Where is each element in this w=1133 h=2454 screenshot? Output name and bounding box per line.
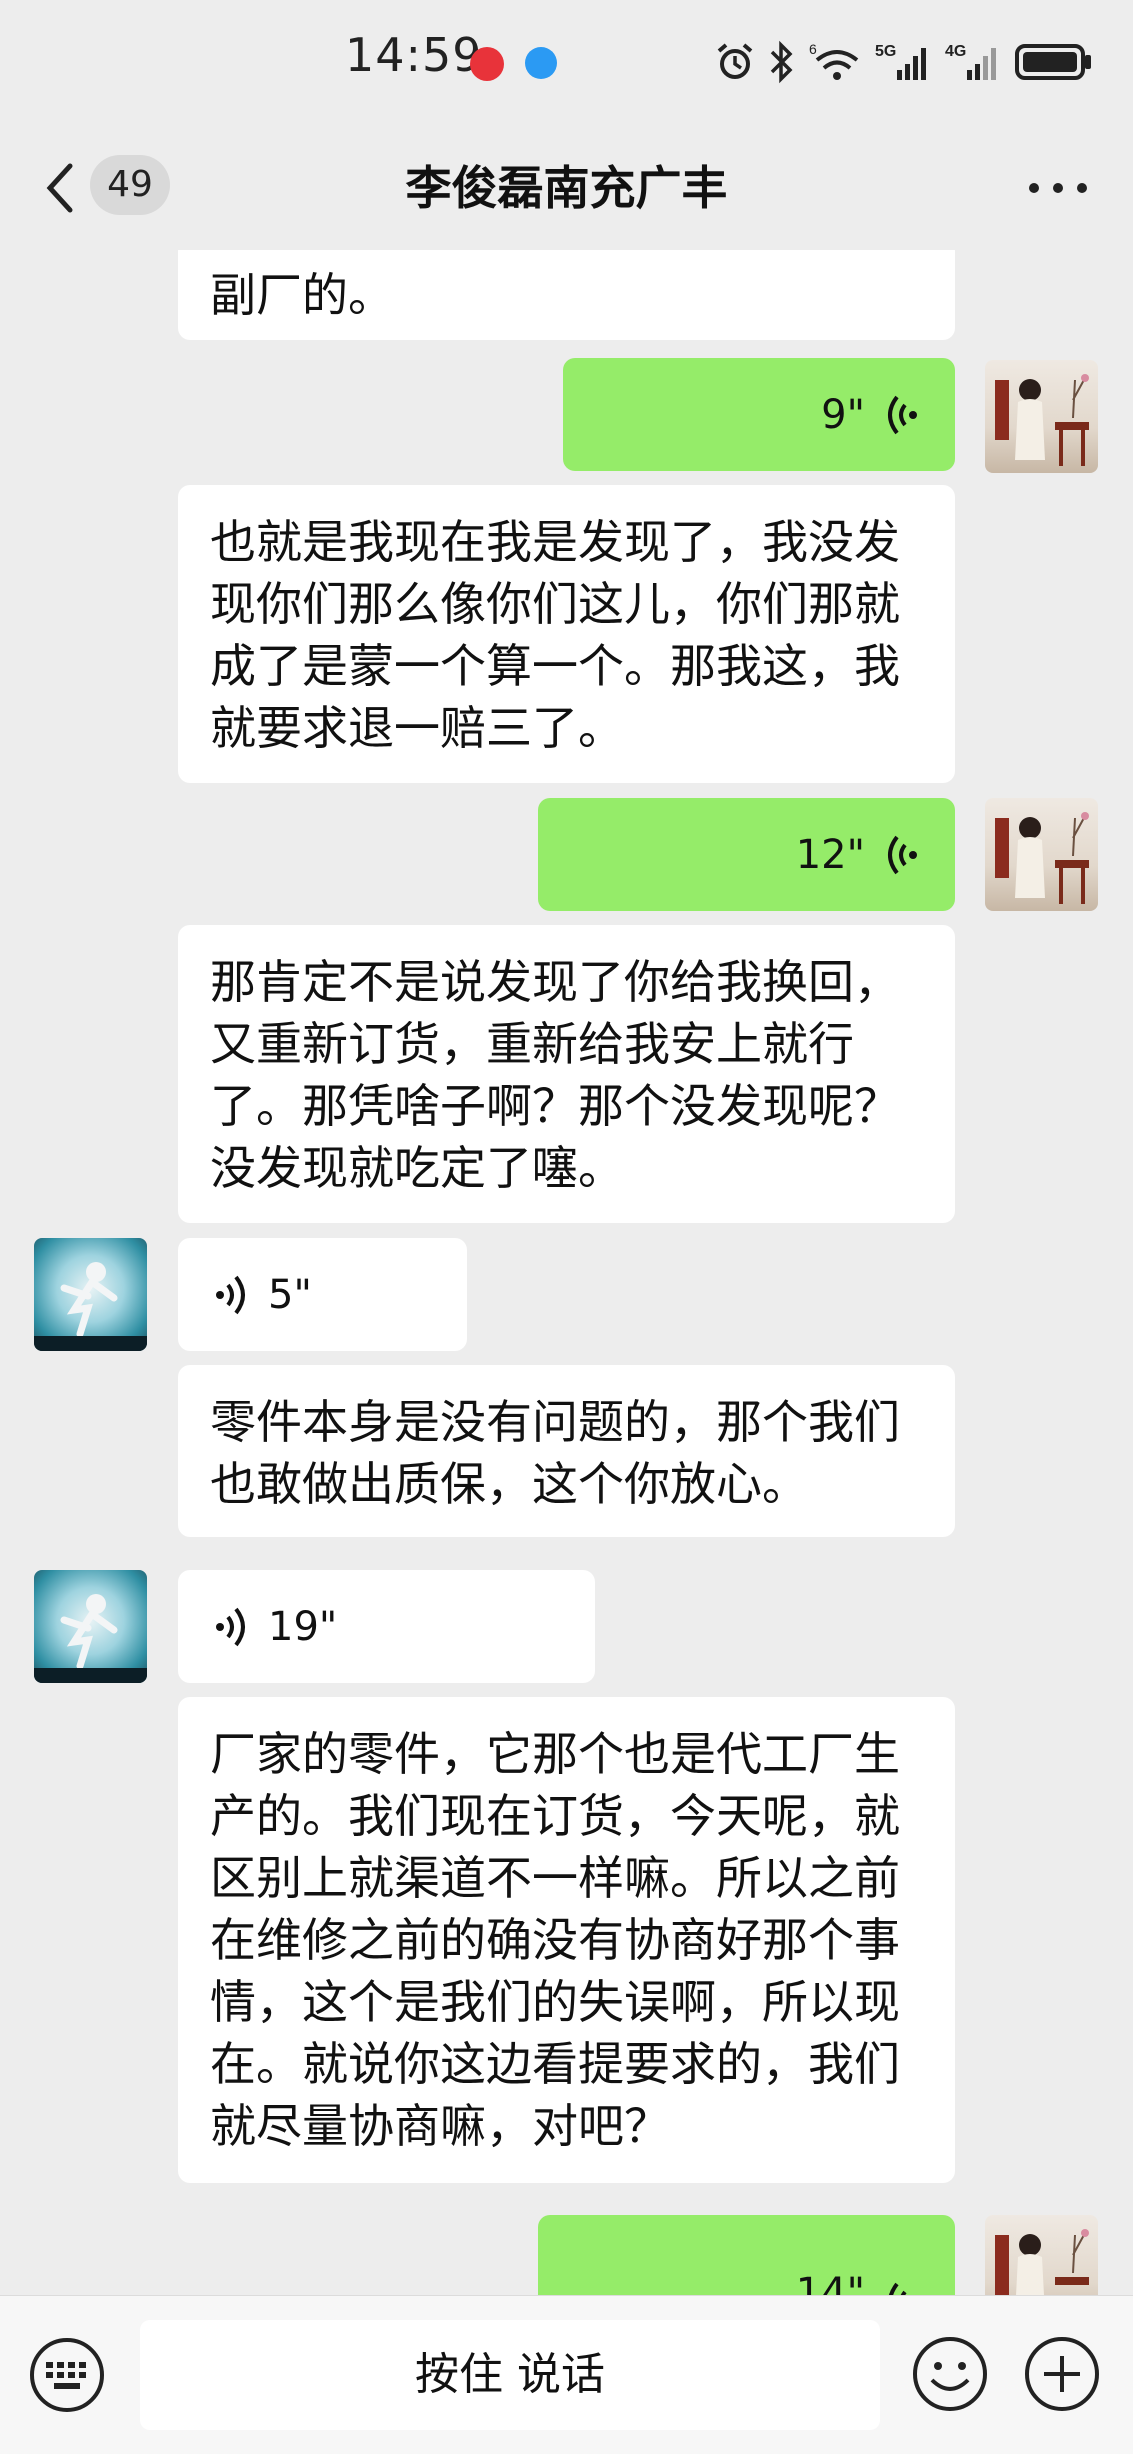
app-notification-icon bbox=[525, 47, 557, 79]
battery-icon bbox=[1015, 44, 1091, 80]
avatar-image-icon bbox=[34, 1594, 147, 1683]
voice-wave-icon bbox=[216, 1607, 245, 1646]
message-bubble-other[interactable]: 零件本身是没有问题的，那个我们也敢做出质保，这个你放心。 bbox=[178, 1365, 955, 1537]
message-text: 厂家的零件，它那个也是代工厂生产的。我们现在订货，今天呢，就区别上就渠道不一样嘛… bbox=[210, 1727, 900, 2153]
voice-content: 5" bbox=[210, 1238, 435, 1351]
voice-wave-icon bbox=[889, 2282, 907, 2295]
voice-message-bubble-me[interactable]: 14" bbox=[538, 2215, 955, 2295]
signal-4g-icon: 4G bbox=[945, 43, 996, 80]
my-avatar[interactable] bbox=[985, 798, 1098, 911]
voice-duration: 12" bbox=[795, 831, 865, 878]
signal-4g-label: 4G bbox=[945, 43, 966, 60]
message-bubble-other[interactable]: 那肯定不是说发现了你给我换回，又重新订货，重新给我安上就行了。那凭啥子啊？那个没… bbox=[178, 925, 955, 1223]
wifi-icon: 6 bbox=[809, 41, 859, 80]
system-icons: 6 5G 4G bbox=[715, 32, 1093, 92]
message-text: 那肯定不是说发现了你给我换回，又重新订货，重新给我安上就行了。那凭啥子啊？那个没… bbox=[210, 955, 900, 1195]
voice-message-bubble-other[interactable]: 19" bbox=[178, 1570, 595, 1683]
message-bubble-other[interactable]: 副厂的。 bbox=[178, 250, 955, 340]
signal-5g-label: 5G bbox=[875, 43, 896, 60]
voice-duration: 19" bbox=[268, 1603, 338, 1650]
voice-wave-icon bbox=[216, 1275, 245, 1314]
input-bar: 按住 说话 bbox=[0, 2295, 1133, 2454]
my-avatar[interactable] bbox=[985, 2215, 1098, 2295]
voice-wave-icon bbox=[888, 395, 917, 434]
avatar-image-icon bbox=[34, 1262, 147, 1351]
avatar-image-icon bbox=[995, 374, 1089, 466]
message-list[interactable]: 副厂的。 9" 也就是我现在我是发现了，我没发现你们那么像你们这儿，你们那就成了… bbox=[0, 250, 1133, 2295]
voice-content: 9" bbox=[595, 358, 923, 471]
avatar-image-icon bbox=[995, 2229, 1089, 2295]
voice-content: 14" bbox=[570, 2215, 923, 2295]
voice-message-bubble-other[interactable]: 5" bbox=[178, 1238, 467, 1351]
more-dots-icon[interactable] bbox=[1028, 182, 1088, 194]
alarm-icon bbox=[717, 43, 753, 79]
plus-icon[interactable] bbox=[1022, 2334, 1102, 2414]
voice-message-bubble-me[interactable]: 12" bbox=[538, 798, 955, 911]
message-text: 也就是我现在我是发现了，我没发现你们那么像你们这儿，你们那就成了是蒙一个算一个。… bbox=[210, 515, 900, 755]
voice-wave-icon bbox=[888, 835, 917, 874]
message-bubble-other[interactable]: 厂家的零件，它那个也是代工厂生产的。我们现在订货，今天呢，就区别上就渠道不一样嘛… bbox=[178, 1697, 955, 2183]
voice-duration: 5" bbox=[268, 1271, 312, 1318]
wifi-band-label: 6 bbox=[809, 41, 817, 57]
bluetooth-icon bbox=[770, 40, 793, 84]
chat-header: 49 李俊磊南充广丰 bbox=[0, 130, 1133, 250]
my-avatar[interactable] bbox=[985, 360, 1098, 473]
message-text: 副厂的。 bbox=[210, 268, 394, 322]
emoji-icon[interactable] bbox=[910, 2334, 990, 2414]
keyboard-icon[interactable] bbox=[28, 2336, 106, 2414]
message-bubble-other[interactable]: 也就是我现在我是发现了，我没发现你们那么像你们这儿，你们那就成了是蒙一个算一个。… bbox=[178, 485, 955, 783]
voice-duration: 14" bbox=[795, 2270, 865, 2295]
contact-avatar[interactable] bbox=[34, 1238, 147, 1351]
signal-5g-icon: 5G bbox=[875, 43, 926, 80]
voice-message-bubble-me[interactable]: 9" bbox=[563, 358, 955, 471]
chat-title: 李俊磊南充广丰 bbox=[405, 161, 728, 215]
avatar-image-icon bbox=[995, 812, 1089, 904]
message-text: 零件本身是没有问题的，那个我们也敢做出质保，这个你放心。 bbox=[210, 1395, 900, 1511]
hold-to-talk-button[interactable]: 按住 说话 bbox=[140, 2320, 880, 2430]
contact-avatar[interactable] bbox=[34, 1570, 147, 1683]
voice-duration: 9" bbox=[821, 391, 865, 438]
voice-content: 12" bbox=[570, 798, 923, 911]
clock-time: 14:59 bbox=[345, 28, 483, 82]
status-bar: 14:59 6 5G 4G bbox=[0, 0, 1133, 130]
huawei-notification-icon bbox=[470, 47, 504, 81]
voice-content: 19" bbox=[210, 1570, 563, 1683]
